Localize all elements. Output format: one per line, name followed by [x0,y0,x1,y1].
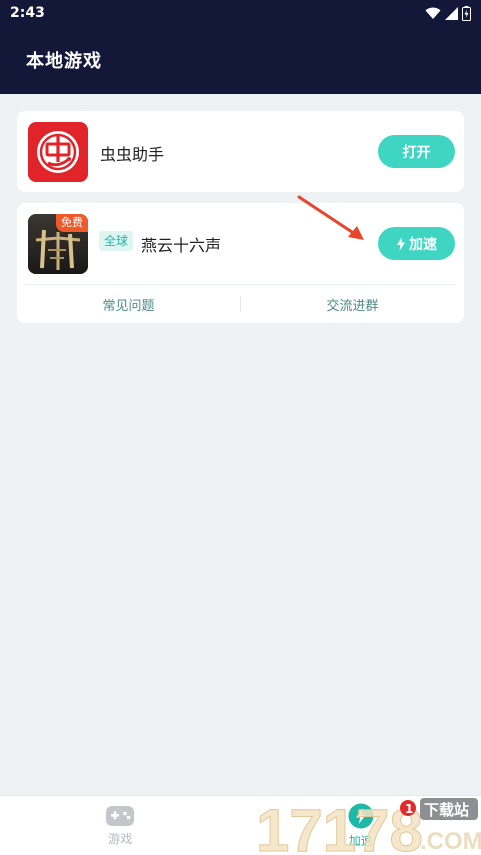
yanyun-app-icon[interactable]: 免费 [28,214,88,274]
watermark-badge: 1 [405,802,413,816]
watermark-logo: 17178 1 下载站 .COM [256,797,481,855]
accelerate-button-label: 加速 [409,235,437,252]
faq-link[interactable]: 常见问题 [17,295,240,314]
region-badge: 全球 [99,231,134,251]
status-time: 2:43 [10,5,45,21]
gamepad-icon [106,805,135,826]
page-title: 本地游戏 [26,51,102,72]
tab-games[interactable]: 游戏 [0,796,241,855]
app-header: 本地游戏 [0,26,481,94]
signal-icon [445,6,458,20]
battery-icon [462,5,471,21]
watermark-site: 下载站 [424,801,469,819]
app-card-yanyun: 免费 全球 燕云十六声 加速 常见问题 交流进群 [17,203,464,323]
card-links: 常见问题 交流进群 [17,285,464,323]
open-button[interactable]: 打开 [378,135,455,168]
app-name: 虫虫助手 [100,145,165,164]
pointer-arrow-icon [297,195,364,240]
app-card-chongchong: 虫虫助手 打开 [17,111,464,192]
status-bar: 2:43 [0,0,481,26]
app-name: 燕云十六声 [141,236,222,255]
watermark-number: 17178 [256,797,423,855]
lightning-icon [397,236,405,251]
wifi-icon [425,7,441,19]
join-group-link[interactable]: 交流进群 [241,295,464,314]
watermark-domain: .COM [420,828,481,855]
tab-games-label: 游戏 [108,831,133,846]
status-icons [425,5,471,21]
free-tag: 免费 [56,214,88,232]
chongchong-logo-icon [37,131,79,173]
accelerate-button[interactable]: 加速 [378,227,455,260]
chongchong-app-icon [28,122,88,182]
open-button-label: 打开 [402,143,431,160]
